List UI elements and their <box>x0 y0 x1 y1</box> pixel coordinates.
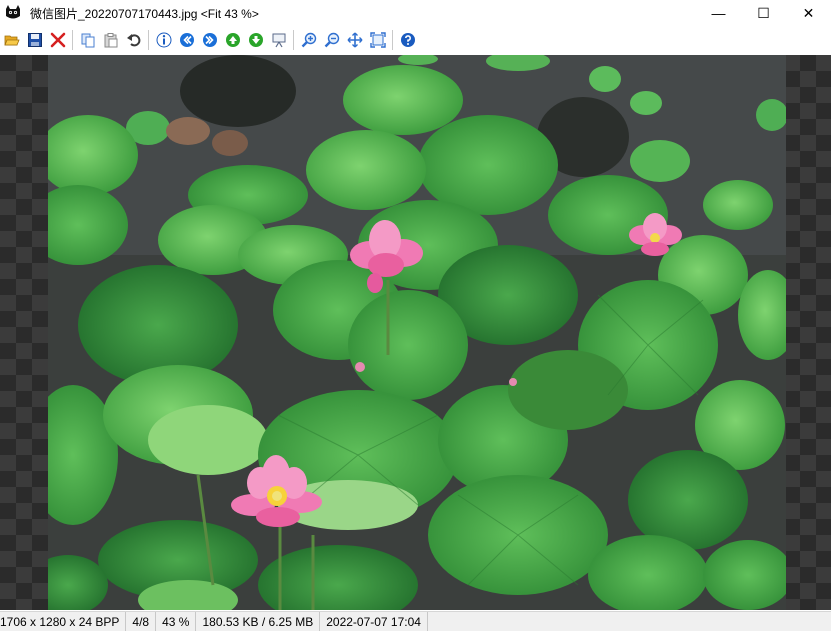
fit-window-icon <box>347 32 362 47</box>
paste-icon <box>104 32 117 47</box>
save-icon <box>27 32 42 47</box>
close-button[interactable]: ✕ <box>786 0 831 26</box>
delete-icon <box>50 32 65 47</box>
move-down-icon <box>248 32 263 47</box>
lotus-photo <box>48 55 786 610</box>
info-button[interactable] <box>152 28 175 51</box>
undo-button[interactable] <box>122 28 145 51</box>
fit-window-button[interactable] <box>343 28 366 51</box>
copy-icon <box>81 33 94 47</box>
save-button[interactable] <box>23 28 46 51</box>
image-viewer-canvas[interactable] <box>0 55 831 610</box>
paste-button[interactable] <box>99 28 122 51</box>
close-icon: ✕ <box>802 4 815 21</box>
status-bar: 1706 x 1280 x 24 BPP 4/8 43 % 180.53 KB … <box>0 611 831 631</box>
toolbar-separator <box>148 29 149 50</box>
maximize-button[interactable]: ☐ <box>741 0 786 26</box>
copy-button[interactable] <box>76 28 99 51</box>
zoom-in-button[interactable] <box>297 28 320 51</box>
file-date: 2022-07-07 17:04 <box>320 611 428 631</box>
toolbar <box>0 26 831 53</box>
slideshow-button[interactable] <box>267 28 290 51</box>
zoom-out-button[interactable] <box>320 28 343 51</box>
maximize-icon: ☐ <box>757 4 770 21</box>
file-size: 180.53 KB / 6.25 MB <box>196 611 321 631</box>
info-icon <box>156 32 171 47</box>
irfanview-cat-icon <box>4 4 22 22</box>
next-button[interactable] <box>198 28 221 51</box>
help-button[interactable] <box>396 28 419 51</box>
window-controls: — ☐ ✕ <box>696 0 831 26</box>
image-dimensions: 1706 x 1280 x 24 BPP <box>0 611 127 631</box>
zoom-level: 43 % <box>156 611 197 631</box>
previous-icon <box>179 32 194 47</box>
zoom-in-icon <box>301 32 316 47</box>
window-title: 微信图片_20220707170443.jpg <Fit 43 %> <box>30 6 259 21</box>
image-position: 4/8 <box>126 611 157 631</box>
undo-icon <box>126 33 140 46</box>
title-bar: 微信图片_20220707170443.jpg <Fit 43 %> — ☐ ✕ <box>0 0 831 26</box>
slideshow-icon <box>272 33 285 47</box>
toolbar-separator <box>392 29 393 50</box>
move-down-button[interactable] <box>244 28 267 51</box>
previous-button[interactable] <box>175 28 198 51</box>
help-icon <box>400 32 415 47</box>
move-up-button[interactable] <box>221 28 244 51</box>
minimize-icon: — <box>711 5 726 21</box>
minimize-button[interactable]: — <box>696 0 741 26</box>
open-button[interactable] <box>0 28 23 51</box>
move-up-icon <box>225 32 240 47</box>
zoom-out-icon <box>324 32 339 47</box>
full-screen-button[interactable] <box>366 28 389 51</box>
toolbar-separator <box>293 29 294 50</box>
full-screen-icon <box>369 31 386 48</box>
delete-button[interactable] <box>46 28 69 51</box>
next-icon <box>202 32 217 47</box>
toolbar-separator <box>72 29 73 50</box>
open-icon <box>3 35 20 45</box>
